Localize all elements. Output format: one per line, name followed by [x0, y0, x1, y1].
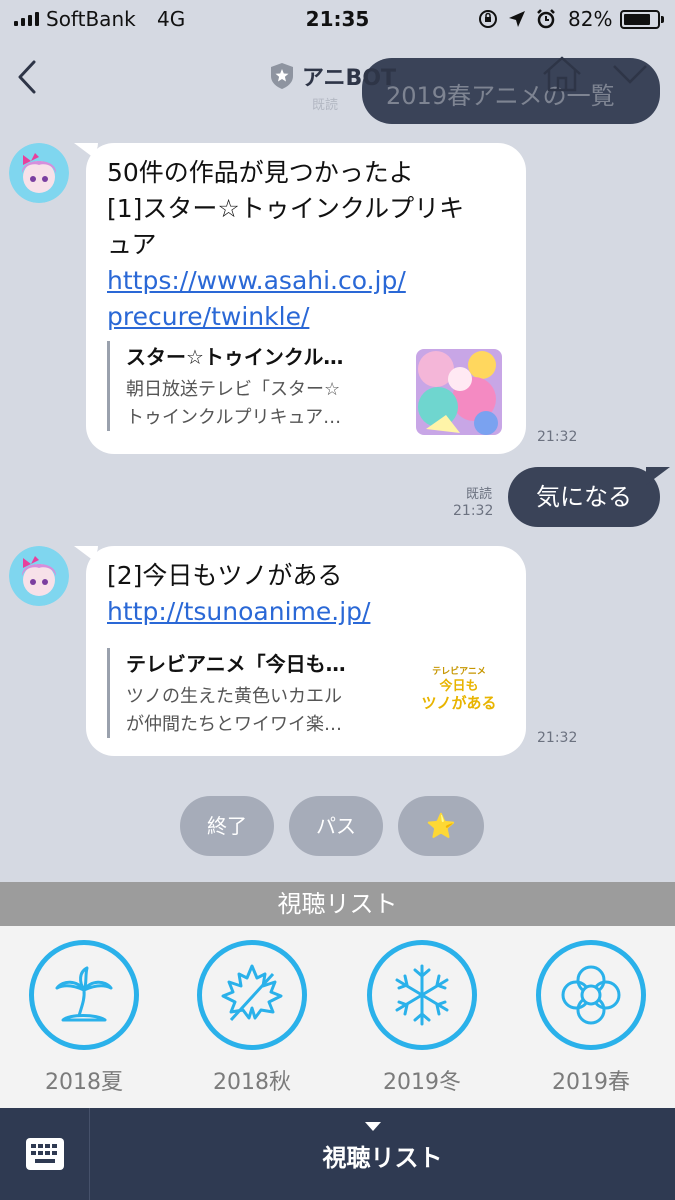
battery-percent: 82%: [568, 7, 613, 31]
rich-menu-label: 2018秋: [213, 1070, 291, 1095]
thumbnail-text: ツノがある: [421, 694, 497, 712]
rich-menu-item-2018-summer[interactable]: 2018夏: [0, 926, 168, 1108]
message-text-line: 50件の作品が見つかったよ: [107, 158, 414, 187]
thumbnail-text: テレビアニメ: [432, 667, 486, 677]
message-text-line: ュア: [107, 230, 157, 259]
bot-message-bubble: [2]今日もツノがある http://tsunoanime.jp/ テレビアニメ…: [86, 546, 526, 756]
sent-message-bubble: 気になる: [508, 467, 660, 527]
bottom-bar: 視聴リスト: [0, 1108, 675, 1200]
rich-menu-title[interactable]: 視聴リスト: [0, 882, 675, 926]
link-preview-thumbnail[interactable]: テレビアニメ 今日も ツノがある: [416, 654, 502, 740]
status-bar: SoftBank 4G 21:35 82%: [0, 0, 675, 40]
bot-message-bubble: 50件の作品が見つかったよ [1]スター☆トゥインクルプリキ ュア https:…: [86, 143, 526, 454]
thumbnail-text: 今日も: [439, 679, 479, 694]
message-link[interactable]: precure/twinkle/: [107, 299, 464, 335]
back-button[interactable]: [10, 52, 50, 102]
message-time: 21:32: [453, 503, 494, 519]
rich-menu: 2018夏 2018秋 2019冬 2019春: [0, 926, 675, 1108]
message-text-line: [1]スター☆トゥインクルプリキ: [107, 194, 465, 223]
rich-menu-item-2019-winter[interactable]: 2019冬: [338, 926, 506, 1108]
palm-tree-icon: [55, 966, 113, 1022]
rich-menu-label: 2018夏: [45, 1070, 123, 1095]
quick-reply-end[interactable]: 終了: [180, 796, 274, 856]
message-link[interactable]: http://tsunoanime.jp/: [107, 594, 370, 630]
rich-menu-toggle[interactable]: 視聴リスト: [90, 1138, 675, 1173]
location-icon: [509, 11, 525, 27]
quick-reply-star[interactable]: ⭐: [398, 796, 484, 856]
bot-avatar[interactable]: [9, 143, 69, 203]
menu-collapse-indicator-icon: [365, 1122, 381, 1131]
message-time: 21:32: [537, 730, 578, 746]
home-icon[interactable]: [540, 54, 584, 94]
quick-reply-pass[interactable]: パス: [289, 796, 383, 856]
orientation-lock-icon: [479, 10, 497, 28]
keyboard-icon: [25, 1138, 64, 1170]
chevron-down-icon[interactable]: [610, 60, 650, 88]
chat-header: アニBOT: [0, 40, 675, 116]
rich-menu-item-2018-autumn[interactable]: 2018秋: [168, 926, 336, 1108]
official-account-badge-icon: [271, 63, 293, 89]
link-preview-thumbnail[interactable]: [416, 349, 502, 435]
message-time: 21:32: [537, 429, 578, 445]
message-link[interactable]: https://www.asahi.co.jp/: [107, 263, 464, 299]
snowflake-icon: [395, 964, 449, 1026]
bot-avatar[interactable]: [9, 546, 69, 606]
flower-icon: [561, 965, 621, 1025]
chat-title: アニBOT: [270, 60, 396, 92]
rich-menu-label: 2019冬: [383, 1070, 461, 1095]
maple-leaf-icon: [221, 964, 283, 1022]
rich-menu-item-2019-spring[interactable]: 2019春: [507, 926, 675, 1108]
chat-title-text: アニBOT: [302, 66, 397, 91]
alarm-icon: [537, 9, 555, 29]
read-receipt: 既読: [466, 487, 493, 502]
keyboard-toggle-button[interactable]: [0, 1108, 90, 1200]
battery-icon: [620, 10, 664, 29]
rich-menu-label: 2019春: [552, 1070, 630, 1095]
message-text-line: [2]今日もツノがある: [107, 561, 343, 590]
